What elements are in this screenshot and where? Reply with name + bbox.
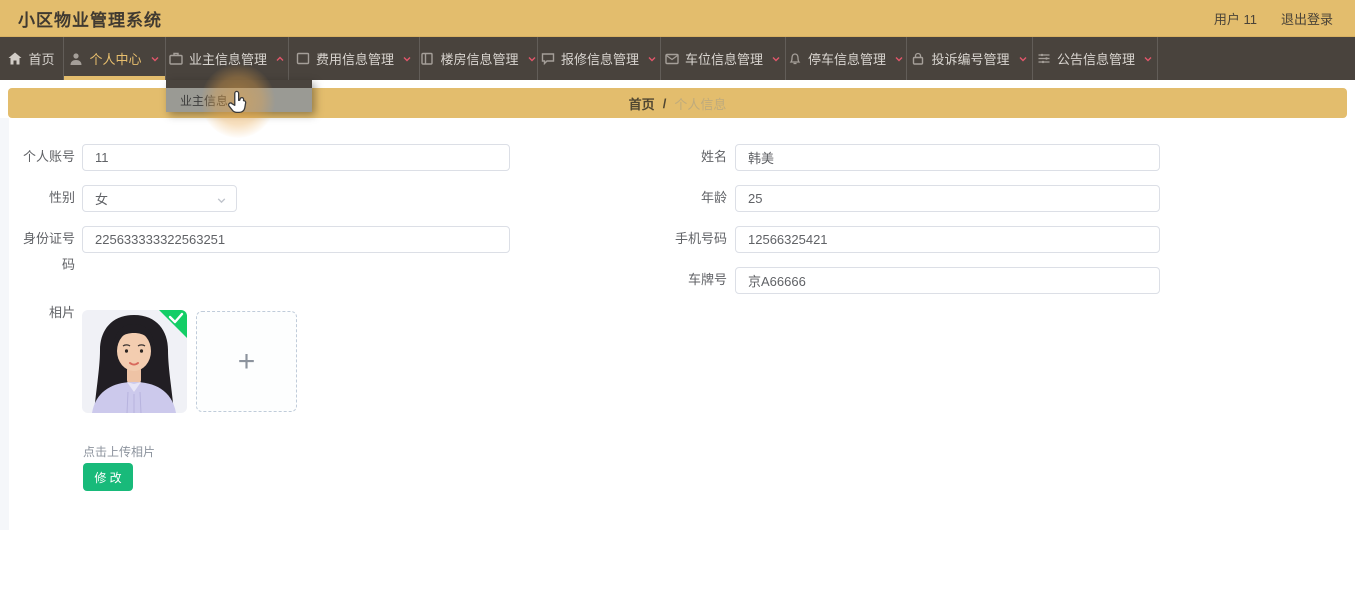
profile-form: 个人账号 姓名 性别 女 年龄 身份证号 码 手机号码 车牌号 相片 <box>0 118 1355 599</box>
breadcrumb-separator: / <box>662 95 667 111</box>
app-title: 小区物业管理系统 <box>18 10 162 30</box>
main-nav: 首页 个人中心 业主信息管理 费用信息管理 楼房信息管理 报修信息管理 车位信息… <box>0 37 1355 80</box>
nav-label: 个人中心 <box>89 52 142 67</box>
nav-label: 公告信息管理 <box>1056 52 1135 67</box>
chevron-down-icon <box>527 54 537 64</box>
chevron-down-icon <box>771 54 781 64</box>
card-icon <box>296 52 310 65</box>
nav-item-notice-info[interactable]: 公告信息管理 <box>1033 37 1158 80</box>
home-icon <box>8 52 22 65</box>
chevron-down-icon <box>1018 54 1028 64</box>
nav-label: 业主信息管理 <box>188 52 267 67</box>
chevron-down-icon <box>216 194 227 209</box>
nav-item-complaint-info[interactable]: 投诉编号管理 <box>907 37 1033 80</box>
sliders-icon <box>1037 52 1051 65</box>
breadcrumb-home[interactable]: 首页 <box>629 94 655 113</box>
nav-item-owner-info[interactable]: 业主信息管理 <box>166 37 289 80</box>
nav-label: 楼房信息管理 <box>440 52 519 67</box>
bell-icon <box>788 52 802 65</box>
age-label: 年龄 <box>700 190 727 205</box>
owner-info-dropdown: 业主信息 <box>166 80 312 112</box>
modify-button[interactable]: 修 改 <box>83 463 133 491</box>
phone-label: 手机号码 <box>674 231 727 246</box>
chevron-down-icon <box>1143 54 1153 64</box>
dropdown-item-owner-info[interactable]: 业主信息 <box>166 88 312 112</box>
mail-icon <box>665 53 679 65</box>
plus-icon: + <box>237 344 256 378</box>
upload-hint: 点击上传相片 <box>83 445 156 459</box>
nav-item-repair-info[interactable]: 报修信息管理 <box>538 37 661 80</box>
nav-label: 车位信息管理 <box>684 52 763 67</box>
gender-selected-value: 女 <box>95 192 109 207</box>
plate-input[interactable] <box>735 267 1160 294</box>
nav-label: 报修信息管理 <box>560 52 639 67</box>
gender-select[interactable]: 女 <box>82 185 237 212</box>
breadcrumb-current: 个人信息 <box>674 96 727 112</box>
plate-label: 车牌号 <box>687 272 727 287</box>
photo-label: 相片 <box>48 305 75 320</box>
name-input[interactable] <box>735 144 1160 171</box>
user-menu[interactable]: 用户 11 <box>1214 9 1257 28</box>
id-number-input[interactable] <box>82 226 510 253</box>
logout-button[interactable]: 退出登录 <box>1281 9 1333 28</box>
app-header: 小区物业管理系统 用户 11 退出登录 <box>0 0 1355 37</box>
app-root: 小区物业管理系统 用户 11 退出登录 首页 个人中心 业主信息管理 费用信息管… <box>0 0 1355 599</box>
nav-item-parking-info[interactable]: 停车信息管理 <box>786 37 907 80</box>
chat-icon <box>541 52 555 65</box>
account-input[interactable] <box>82 144 510 171</box>
lock-icon <box>911 52 925 65</box>
briefcase-icon <box>169 52 183 65</box>
phone-input[interactable] <box>735 226 1160 253</box>
gender-label: 性别 <box>48 190 75 205</box>
photo-upload-button[interactable]: + <box>196 311 297 412</box>
chevron-down-icon <box>150 54 160 64</box>
user-icon <box>69 52 83 66</box>
profile-photo[interactable] <box>82 310 187 413</box>
nav-label: 停车信息管理 <box>807 52 886 67</box>
nav-label: 费用信息管理 <box>315 52 394 67</box>
nav-item-building-info[interactable]: 楼房信息管理 <box>420 37 538 80</box>
nav-item-personal-center[interactable]: 个人中心 <box>64 37 166 80</box>
name-label: 姓名 <box>700 149 727 164</box>
age-input[interactable] <box>735 185 1160 212</box>
chevron-down-icon <box>402 54 412 64</box>
id-number-label: 身份证号 码 <box>22 231 75 272</box>
nav-item-parking-space-info[interactable]: 车位信息管理 <box>661 37 786 80</box>
chevron-up-icon <box>275 54 285 64</box>
chevron-down-icon <box>894 54 904 64</box>
account-label: 个人账号 <box>22 149 75 164</box>
header-user-area: 用户 11 退出登录 <box>1214 0 1333 37</box>
nav-label: 投诉编号管理 <box>931 52 1010 67</box>
nav-label: 首页 <box>28 52 55 67</box>
nav-item-fee-info[interactable]: 费用信息管理 <box>289 37 420 80</box>
nav-item-home[interactable]: 首页 <box>0 37 64 80</box>
chevron-down-icon <box>647 54 657 64</box>
book-icon <box>420 52 434 65</box>
